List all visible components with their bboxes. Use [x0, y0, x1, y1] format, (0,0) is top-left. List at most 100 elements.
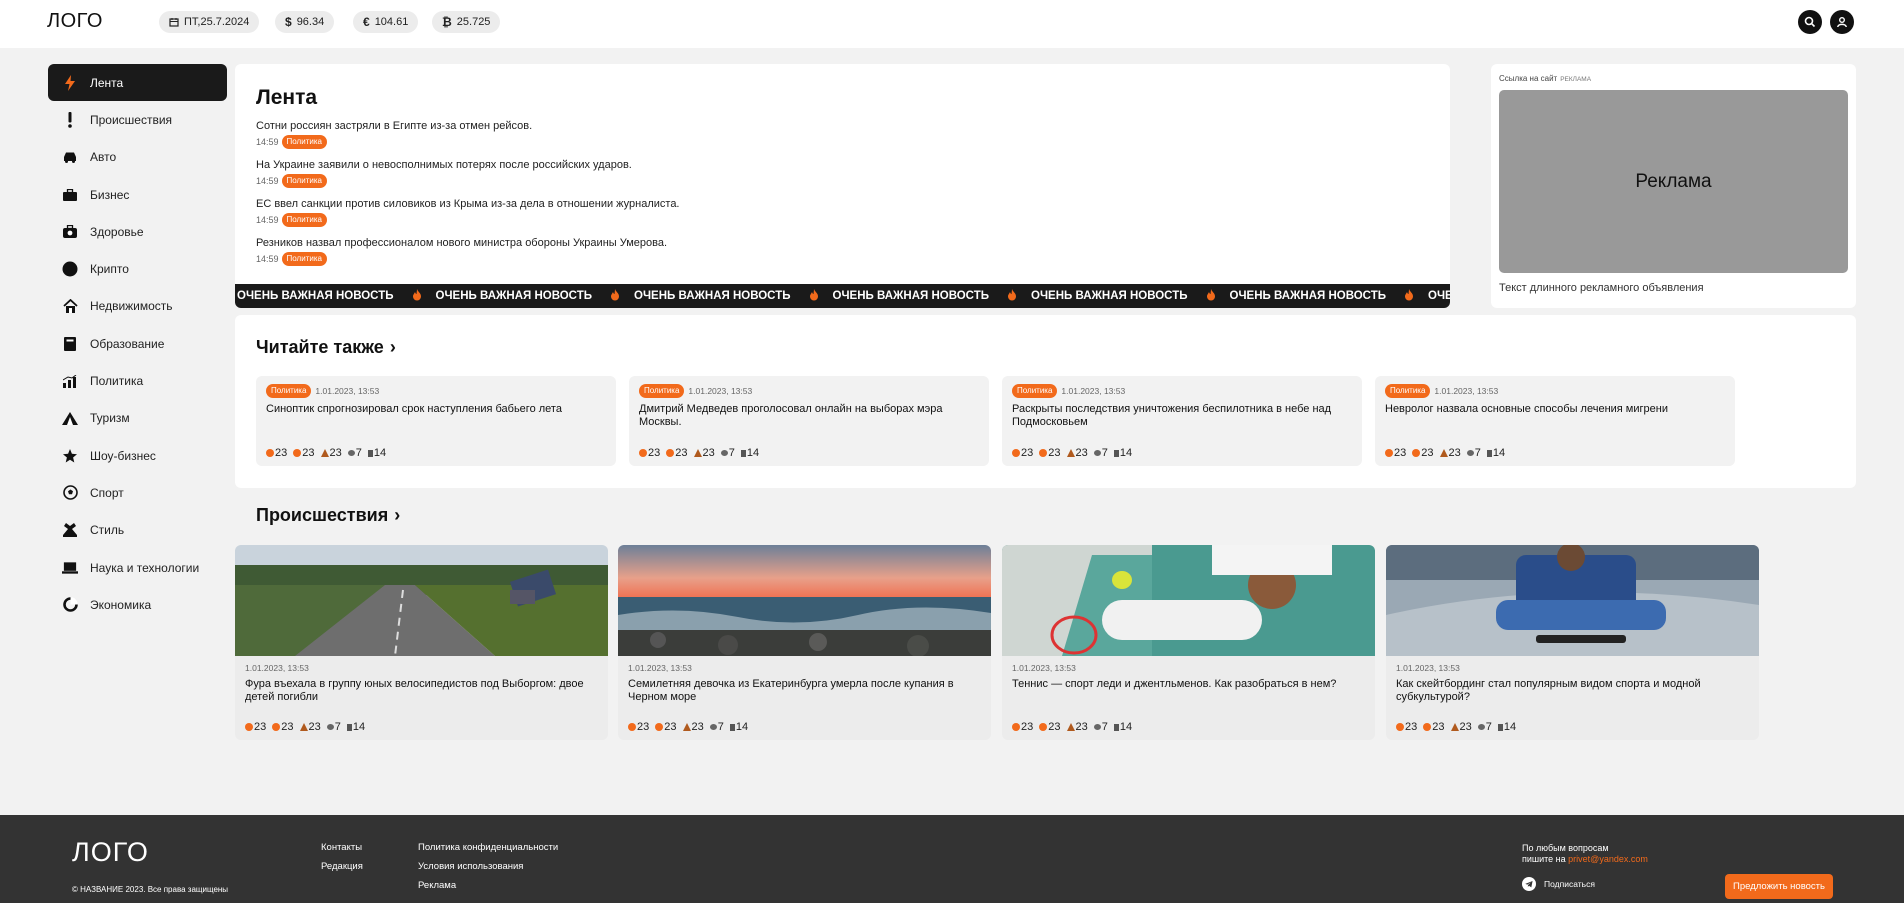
reaction-smile[interactable]: 23: [655, 721, 677, 733]
reaction-smile[interactable]: 23: [1412, 447, 1434, 459]
category-tag[interactable]: Политика: [266, 384, 312, 398]
smile-reaction-icon: [1412, 449, 1421, 457]
incident-image[interactable]: [618, 545, 991, 656]
read-also-card[interactable]: Политика 1.01.2023, 13:53 Синоптик спрогно…: [256, 376, 616, 466]
feed-item[interactable]: Сотни россиян застряли в Египте из-за от…: [256, 119, 680, 158]
bookmarks-count[interactable]: 14: [740, 447, 759, 459]
read-also-card[interactable]: Политика 1.01.2023, 13:53 Невролог назвала…: [1375, 376, 1735, 466]
sidebar-item-10[interactable]: Шоу-бизнес: [48, 437, 227, 474]
reaction-smile[interactable]: 23: [293, 447, 315, 459]
comments-count[interactable]: 7: [1477, 721, 1492, 733]
reaction-smile[interactable]: 23: [272, 721, 294, 733]
comments-count[interactable]: 7: [326, 721, 341, 733]
comments-count[interactable]: 7: [1466, 447, 1481, 459]
ad-text[interactable]: Текст длинного рекламного объявления: [1499, 282, 1704, 294]
footer-link-privacy[interactable]: Политика конфиденциальности: [418, 842, 558, 853]
reaction-smile[interactable]: 23: [1039, 447, 1061, 459]
comments-count[interactable]: 7: [720, 447, 735, 459]
category-tag[interactable]: Политика: [639, 384, 685, 398]
incident-card[interactable]: 1.01.2023, 13:53 Как скейтбординг стал по…: [1386, 545, 1759, 740]
incident-card[interactable]: 1.01.2023, 13:53 Семилетняя девочка из Ек…: [618, 545, 991, 740]
bookmarks-count[interactable]: 14: [1113, 721, 1132, 733]
reaction-poop[interactable]: 23: [1066, 721, 1088, 733]
sidebar-item-9[interactable]: Туризм: [48, 400, 227, 437]
feed-item[interactable]: Резников назвал профессионалом нового ми…: [256, 236, 680, 275]
sidebar-item-12[interactable]: Стиль: [48, 512, 227, 549]
incident-image[interactable]: [1386, 545, 1759, 656]
reaction-smile[interactable]: 23: [666, 447, 688, 459]
feed-item[interactable]: ЕС ввел санкции против силовиков из Крым…: [256, 197, 680, 236]
reaction-poop[interactable]: 23: [320, 447, 342, 459]
incident-image[interactable]: [1002, 545, 1375, 656]
sidebar-item-14[interactable]: Экономика: [48, 586, 227, 623]
footer-link-ads[interactable]: Реклама: [418, 880, 456, 891]
suggest-news-button[interactable]: Предложить новость: [1725, 874, 1833, 899]
incident-image[interactable]: [235, 545, 608, 656]
sidebar-item-3[interactable]: Бизнес: [48, 176, 227, 213]
breaking-news-ticker[interactable]: ОЧЕНЬ ВАЖНАЯ НОВОСТЬ ОЧЕНЬ ВАЖНАЯ НОВОСТЬ…: [235, 284, 1450, 308]
bookmarks-count[interactable]: 14: [729, 721, 748, 733]
sidebar-item-6[interactable]: Недвижимость: [48, 288, 227, 325]
incident-card[interactable]: 1.01.2023, 13:53 Теннис — спорт леди и дж…: [1002, 545, 1375, 740]
ticker-item: ОЧЕНЬ ВАЖНАЯ НОВОСТЬ: [436, 288, 635, 304]
footer-link-terms[interactable]: Условия использования: [418, 861, 523, 872]
reaction-poop[interactable]: 23: [1450, 721, 1472, 733]
reaction-fire[interactable]: 23: [1385, 447, 1406, 459]
reaction-fire[interactable]: 23: [266, 447, 287, 459]
category-tag[interactable]: Политика: [281, 135, 327, 149]
reaction-fire[interactable]: 23: [639, 447, 660, 459]
reaction-poop[interactable]: 23: [1066, 447, 1088, 459]
sidebar-item-0[interactable]: Лента: [48, 64, 227, 102]
ad-block[interactable]: Ссылка на сайт РЕКЛАМА Реклама Текст длин…: [1491, 64, 1856, 308]
sidebar-item-5[interactable]: Крипто: [48, 250, 227, 287]
reaction-fire[interactable]: 23: [1012, 447, 1033, 459]
sidebar-item-11[interactable]: Спорт: [48, 474, 227, 511]
read-also-card[interactable]: Политика 1.01.2023, 13:53 Раскрыты последс…: [1002, 376, 1362, 466]
sidebar-item-13[interactable]: Наука и технологии: [48, 549, 227, 586]
category-tag[interactable]: Политика: [1385, 384, 1431, 398]
footer-email-link[interactable]: privet@yandex.com: [1568, 854, 1648, 864]
reaction-poop[interactable]: 23: [682, 721, 704, 733]
reaction-fire[interactable]: 23: [245, 721, 266, 733]
reaction-smile[interactable]: 23: [1423, 721, 1445, 733]
feed-item[interactable]: На Украине заявили о невосполнимых потер…: [256, 158, 680, 197]
sidebar-item-8[interactable]: Политика: [48, 362, 227, 399]
comments-count[interactable]: 7: [1093, 447, 1108, 459]
reaction-smile[interactable]: 23: [1039, 721, 1061, 733]
comments-count[interactable]: 7: [709, 721, 724, 733]
reaction-poop[interactable]: 23: [299, 721, 321, 733]
reaction-poop[interactable]: 23: [1439, 447, 1461, 459]
reaction-fire[interactable]: 23: [628, 721, 649, 733]
reaction-poop[interactable]: 23: [693, 447, 715, 459]
reaction-fire[interactable]: 23: [1396, 721, 1417, 733]
bookmarks-count[interactable]: 14: [1486, 447, 1505, 459]
read-also-card[interactable]: Политика 1.01.2023, 13:53 Дмитрий Медведев…: [629, 376, 989, 466]
bookmarks-count[interactable]: 14: [1497, 721, 1516, 733]
sidebar-item-2[interactable]: Авто: [48, 139, 227, 176]
reaction-fire[interactable]: 23: [1012, 721, 1033, 733]
comments-count[interactable]: 7: [1093, 721, 1108, 733]
footer-link-contacts[interactable]: Контакты: [321, 842, 362, 853]
top-header: ЛОГО ПТ,25.7.2024 $ 96.34 € 104.61 ₿ 25.…: [0, 0, 1904, 48]
category-tag[interactable]: Политика: [281, 252, 327, 266]
ad-banner[interactable]: Реклама: [1499, 90, 1848, 273]
category-tag[interactable]: Политика: [281, 174, 327, 188]
profile-button[interactable]: [1830, 10, 1854, 34]
incidents-title[interactable]: Происшествия ›: [256, 505, 400, 526]
sidebar-item-7[interactable]: Образование: [48, 325, 227, 362]
category-tag[interactable]: Политика: [1012, 384, 1058, 398]
category-tag[interactable]: Политика: [281, 213, 327, 227]
footer-logo[interactable]: ЛОГО: [72, 837, 149, 868]
bookmarks-count[interactable]: 14: [367, 447, 386, 459]
sidebar-item-1[interactable]: Происшествия: [48, 101, 227, 138]
footer-link-editorial[interactable]: Редакция: [321, 861, 363, 872]
incident-card[interactable]: 1.01.2023, 13:53 Фура въехала в группу юн…: [235, 545, 608, 740]
sidebar-item-4[interactable]: Здоровье: [48, 213, 227, 250]
logo[interactable]: ЛОГО: [47, 10, 103, 33]
subscribe-link[interactable]: Подписаться: [1522, 877, 1595, 891]
bookmarks-count[interactable]: 14: [1113, 447, 1132, 459]
search-button[interactable]: [1798, 10, 1822, 34]
bookmarks-count[interactable]: 14: [346, 721, 365, 733]
comments-count[interactable]: 7: [347, 447, 362, 459]
read-also-title[interactable]: Читайте также ›: [256, 337, 396, 358]
